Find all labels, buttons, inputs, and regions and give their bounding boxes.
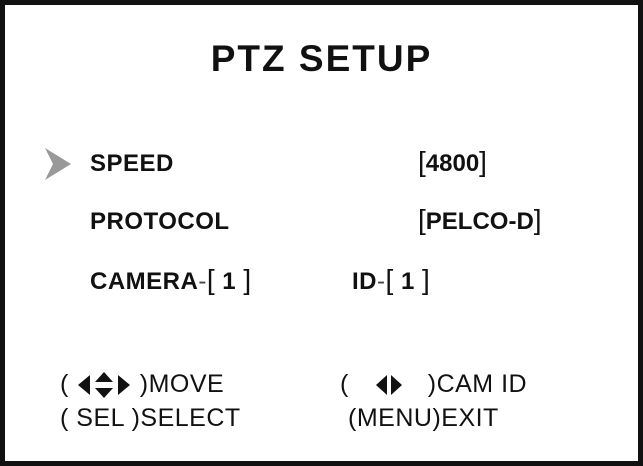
speed-value: 4800	[425, 150, 480, 177]
id-label: ID	[352, 268, 377, 295]
sel-key: SEL	[76, 404, 125, 432]
four-way-arrow-icon	[78, 372, 131, 399]
left-right-arrow-icon	[376, 375, 403, 396]
menu-key: MENU	[356, 404, 433, 432]
id-value: 1	[400, 268, 415, 295]
protocol-value: PELCO-D	[425, 208, 534, 235]
camera-label: CAMERA	[90, 268, 199, 295]
camera-value: 1	[222, 268, 237, 295]
help-exit: (MENU)EXIT	[348, 404, 499, 432]
menu-item-camera[interactable]: CAMERA-[ 1 ]	[90, 264, 252, 296]
speed-value-field[interactable]: [4800]	[418, 146, 487, 178]
protocol-label: PROTOCOL	[90, 208, 230, 235]
help-select: ( SEL )SELECT	[60, 404, 241, 432]
protocol-value-field[interactable]: [PELCO-D]	[418, 204, 542, 236]
speed-label: SPEED	[90, 150, 174, 177]
menu-item-protocol[interactable]: PROTOCOL	[90, 208, 230, 236]
menu-item-speed[interactable]: SPEED	[90, 150, 174, 178]
help-move: ( )MOVE	[60, 370, 225, 399]
menu-item-id[interactable]: ID-[ 1 ]	[352, 264, 430, 296]
selection-arrow-icon	[45, 148, 71, 180]
page-title: PTZ SETUP	[210, 38, 433, 79]
help-cam-id: ( )CAM ID	[340, 370, 528, 398]
